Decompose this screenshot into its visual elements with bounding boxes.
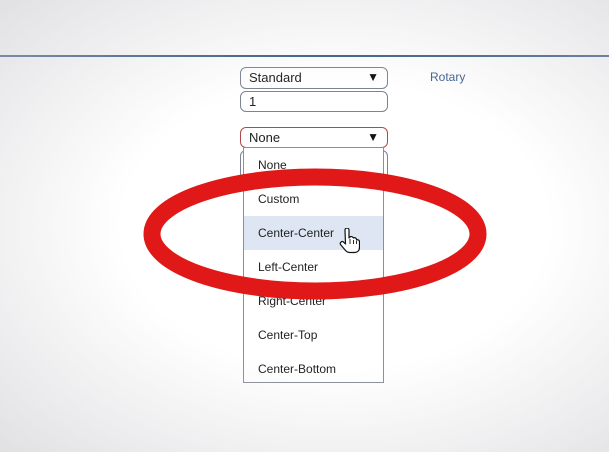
dropdown-option-center-bottom[interactable]: Center-Bottom [244, 352, 383, 386]
quantity-value: 1 [249, 94, 257, 109]
type-select-value: Standard [249, 70, 302, 85]
dropdown-option-center-center[interactable]: Center-Center [244, 216, 383, 250]
position-select-value: None [249, 130, 281, 145]
top-rule [0, 55, 609, 57]
type-select[interactable]: Standard ▼ [240, 67, 388, 89]
triangle-down-icon: ▼ [367, 130, 379, 144]
dropdown-option-none[interactable]: None [244, 148, 383, 182]
hand-pointer-icon [339, 228, 360, 254]
position-dropdown-list: None Custom Center-Center Left-Center Ri… [243, 147, 384, 383]
dropdown-option-left-center[interactable]: Left-Center [244, 250, 383, 284]
dropdown-option-custom[interactable]: Custom [244, 182, 383, 216]
dropdown-option-right-center[interactable]: Right-Center [244, 284, 383, 318]
position-select[interactable]: None ▼ [240, 127, 388, 148]
triangle-down-icon: ▼ [367, 70, 379, 84]
rotary-label: Rotary [430, 70, 466, 84]
dropdown-option-center-top[interactable]: Center-Top [244, 318, 383, 352]
quantity-input[interactable]: 1 [240, 91, 388, 112]
